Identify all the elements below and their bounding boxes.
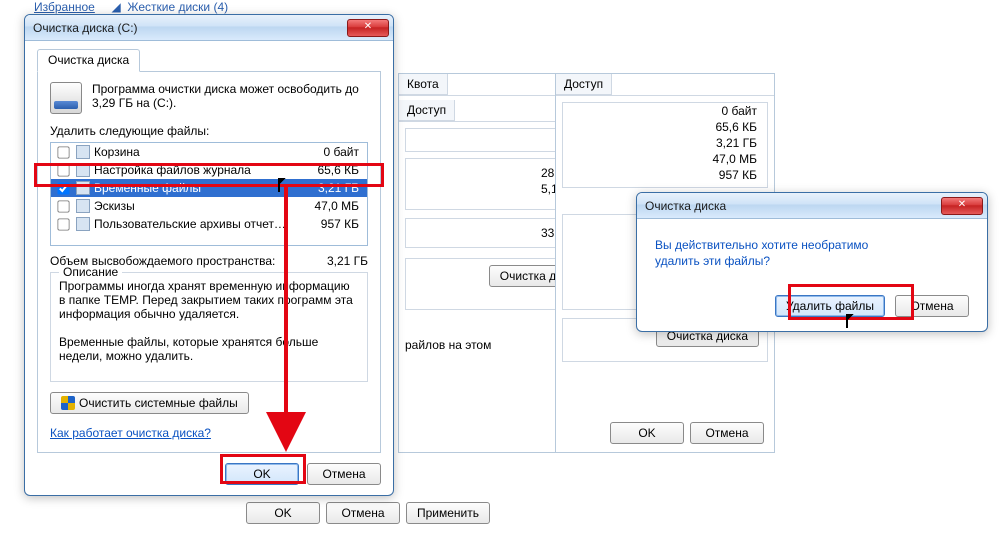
- file-size: 65,6 КБ: [291, 163, 361, 177]
- file-checkbox[interactable]: [57, 182, 69, 194]
- r-val-1: 65,6 КБ: [563, 119, 767, 135]
- shield-icon: [61, 396, 75, 410]
- intro-text: Программа очистки диска может освободить…: [92, 82, 368, 114]
- file-name: Пользовательские архивы отчетов …: [94, 217, 291, 231]
- col-access: Доступ: [399, 100, 455, 121]
- disk-cleanup-dialog: Очистка диска (C:) ✕ Очистка диска Прогр…: [24, 14, 394, 496]
- files-listbox[interactable]: Корзина0 байтНастройка файлов журнала65,…: [50, 142, 368, 246]
- tab-disk-cleanup[interactable]: Очистка диска: [37, 49, 140, 72]
- bg-apply-button[interactable]: Применить: [406, 502, 490, 524]
- file-type-icon: [76, 181, 90, 195]
- file-type-icon: [76, 199, 90, 213]
- col-access-2: Доступ: [556, 74, 612, 95]
- file-size: 957 КБ: [291, 217, 361, 231]
- file-checkbox[interactable]: [57, 200, 69, 212]
- r-ok-button[interactable]: OK: [610, 422, 684, 444]
- delete-files-button[interactable]: Удалить файлы: [775, 295, 885, 317]
- description-text: Программы иногда хранят временную информ…: [59, 279, 359, 371]
- file-row[interactable]: Пользовательские архивы отчетов …957 КБ: [51, 215, 367, 233]
- r-val-4: 957 КБ: [563, 167, 767, 183]
- file-size: 47,0 МБ: [291, 199, 361, 213]
- confirm-message-line1: Вы действительно хотите необратимо: [655, 237, 969, 253]
- bg-window-middle-buttons: OK Отмена Применить: [176, 498, 496, 532]
- r-val-3: 47,0 МБ: [563, 151, 767, 167]
- confirm-message-line2: удалить эти файлы?: [655, 253, 969, 269]
- cancel-button[interactable]: Отмена: [307, 463, 381, 485]
- file-type-icon: [76, 163, 90, 177]
- how-it-works-link[interactable]: Как работает очистка диска?: [50, 426, 211, 440]
- file-name: Настройка файлов журнала: [94, 163, 291, 177]
- file-row[interactable]: Эскизы47,0 МБ: [51, 197, 367, 215]
- confirm-dialog: Очистка диска ✕ Вы действительно хотите …: [636, 192, 988, 332]
- drive-icon: [50, 82, 82, 114]
- file-type-icon: [76, 217, 90, 231]
- clean-system-files-button[interactable]: Очистить системные файлы: [50, 392, 249, 414]
- file-checkbox[interactable]: [57, 146, 69, 158]
- file-name: Корзина: [94, 145, 291, 159]
- r-val-2: 3,21 ГБ: [563, 135, 767, 151]
- favorites-label: Избранное: [34, 0, 95, 14]
- file-name: Временные файлы: [94, 181, 291, 195]
- confirm-title: Очистка диска: [645, 199, 726, 213]
- total-value: 3,21 ГБ: [327, 254, 368, 268]
- file-row[interactable]: Корзина0 байт: [51, 143, 367, 161]
- file-size: 3,21 ГБ: [291, 181, 361, 195]
- bg-ok-button[interactable]: OK: [246, 502, 320, 524]
- bg-cancel-button[interactable]: Отмена: [326, 502, 400, 524]
- col-quota: Квота: [399, 74, 448, 95]
- file-checkbox[interactable]: [57, 164, 69, 176]
- file-name: Эскизы: [94, 199, 291, 213]
- confirm-close-button[interactable]: ✕: [941, 197, 983, 215]
- dialog-title: Очистка диска (C:): [33, 21, 138, 35]
- file-row[interactable]: Временные файлы3,21 ГБ: [51, 179, 367, 197]
- description-legend: Описание: [59, 265, 122, 279]
- file-checkbox[interactable]: [57, 218, 69, 230]
- r-cancel-button[interactable]: Отмена: [690, 422, 764, 444]
- files-label: Удалить следующие файлы:: [50, 124, 368, 138]
- file-size: 0 байт: [291, 145, 361, 159]
- file-type-icon: [76, 145, 90, 159]
- file-row[interactable]: Настройка файлов журнала65,6 КБ: [51, 161, 367, 179]
- ok-button[interactable]: OK: [225, 463, 299, 485]
- hdd-group-label: Жесткие диски (4): [127, 0, 228, 14]
- r-val-0: 0 байт: [563, 103, 767, 119]
- close-button[interactable]: ✕: [347, 19, 389, 37]
- confirm-cancel-button[interactable]: Отмена: [895, 295, 969, 317]
